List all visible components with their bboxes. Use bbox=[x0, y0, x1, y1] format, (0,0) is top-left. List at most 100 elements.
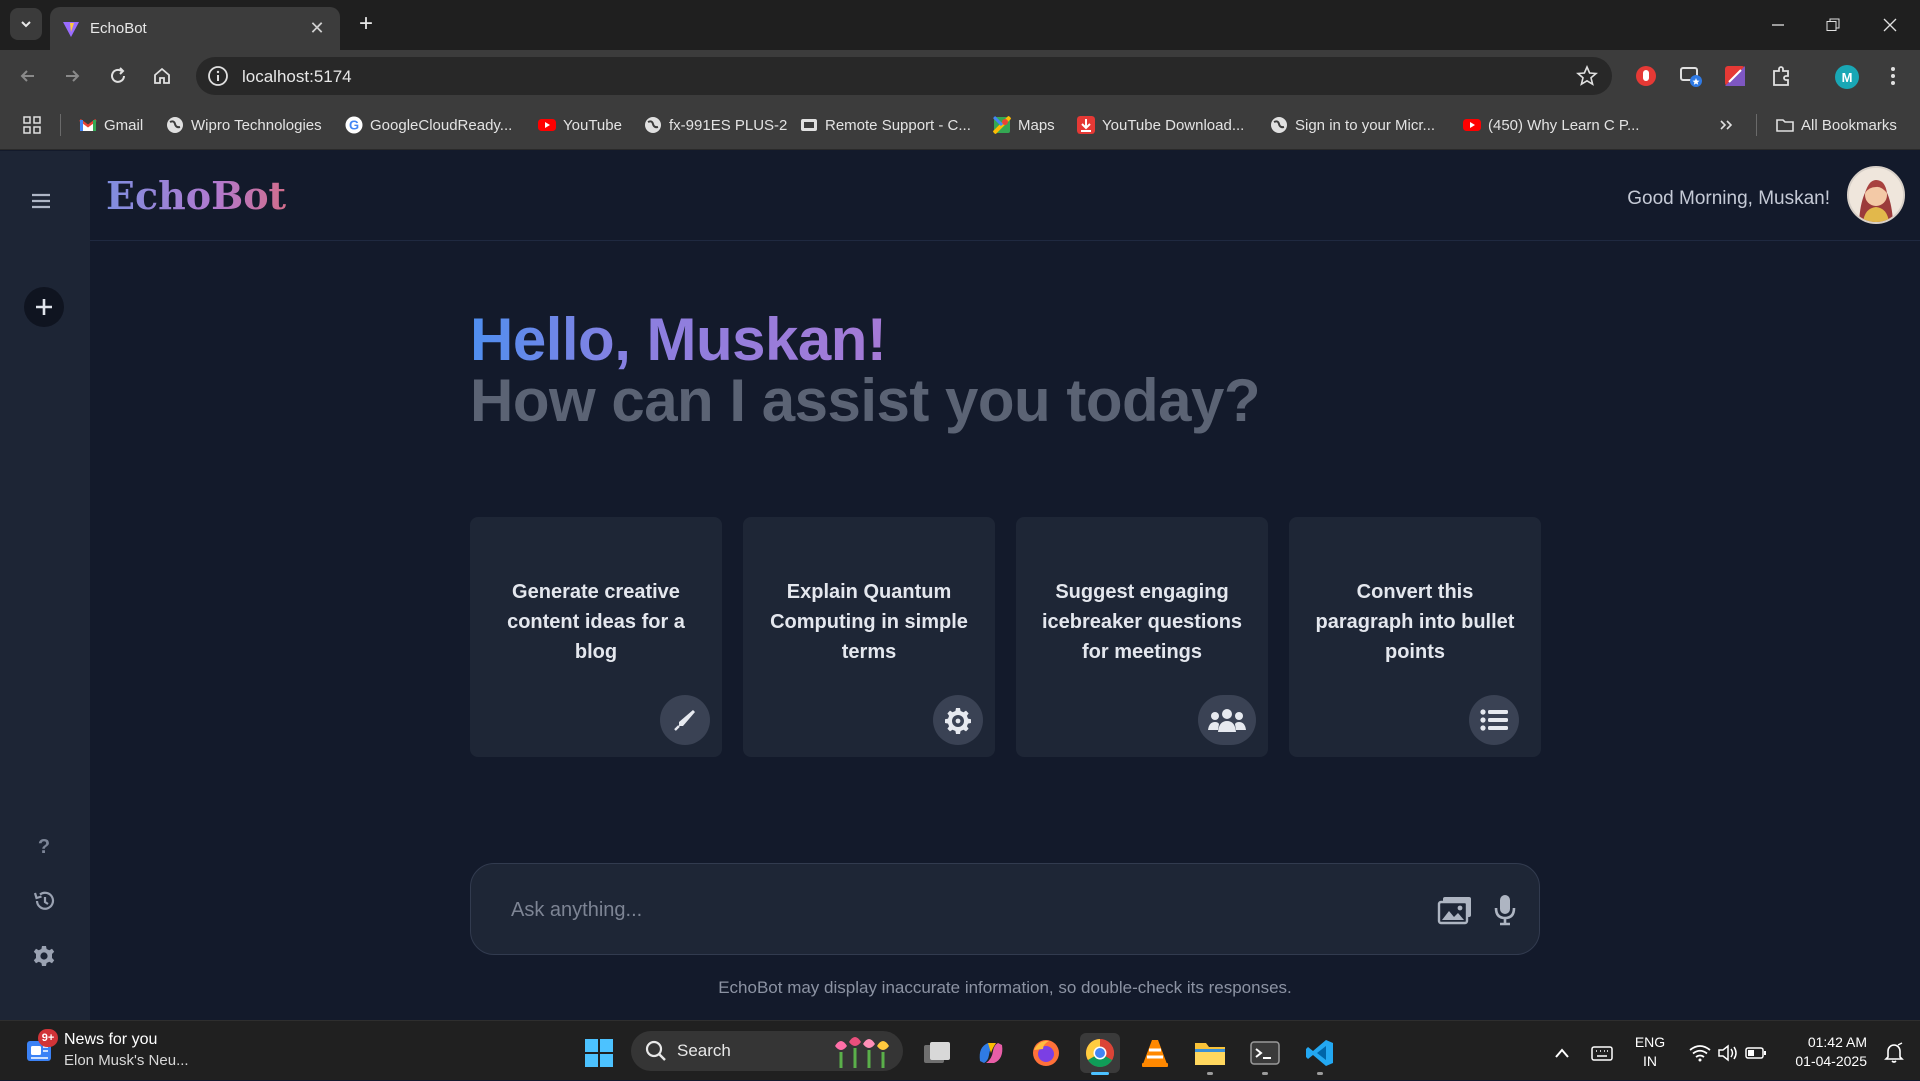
suggestion-card-blog-ideas[interactable]: Generate creative content ideas for a bl… bbox=[470, 517, 722, 757]
help-button[interactable]: ? bbox=[30, 832, 58, 860]
svg-text:G: G bbox=[349, 118, 359, 133]
minimize-icon bbox=[1772, 24, 1784, 26]
bookmark-why-learn-c[interactable]: (450) Why Learn C P... bbox=[1463, 114, 1639, 136]
app-logo[interactable]: EchoBot bbox=[106, 173, 286, 218]
history-icon bbox=[33, 891, 55, 910]
extension-button-color[interactable] bbox=[1722, 63, 1748, 89]
windows-logo-icon bbox=[585, 1039, 613, 1067]
apps-button[interactable] bbox=[22, 114, 42, 136]
gmail-icon bbox=[79, 119, 97, 131]
show-hidden-icons-button[interactable] bbox=[1542, 1033, 1582, 1073]
youtube-icon bbox=[538, 119, 556, 131]
forward-button[interactable] bbox=[56, 60, 88, 92]
bookmark-googlecloud[interactable]: G GoogleCloudReady... bbox=[345, 114, 512, 136]
bookmark-maps[interactable]: Maps bbox=[993, 114, 1055, 136]
bookmark-label: fx-991ES PLUS-2 bbox=[669, 116, 788, 134]
bookmark-fx991[interactable]: fx-991ES PLUS-2 bbox=[644, 114, 787, 136]
svg-text:?: ? bbox=[38, 836, 50, 857]
news-title: News for you bbox=[64, 1031, 158, 1048]
tab-close-icon[interactable]: ✕ bbox=[306, 18, 328, 39]
quick-settings-button[interactable] bbox=[1683, 1033, 1773, 1073]
file-explorer-button[interactable] bbox=[1190, 1033, 1230, 1075]
copilot-icon bbox=[979, 1043, 1003, 1063]
bookmark-star-icon[interactable] bbox=[1576, 65, 1598, 87]
all-bookmarks-button[interactable]: All Bookmarks bbox=[1776, 114, 1897, 136]
taskbar-search[interactable]: Search bbox=[631, 1031, 903, 1071]
minimize-button[interactable] bbox=[1758, 8, 1798, 42]
terminal-button[interactable] bbox=[1245, 1033, 1285, 1075]
bookmark-youtube-download[interactable]: YouTube Download... bbox=[1077, 114, 1244, 136]
restore-button[interactable] bbox=[1813, 8, 1853, 42]
image-upload-button[interactable] bbox=[1435, 890, 1475, 930]
arrow-left-icon bbox=[20, 70, 34, 82]
sidebar-menu-button[interactable] bbox=[30, 191, 58, 215]
address-bar[interactable]: localhost:5174 bbox=[196, 57, 1612, 95]
globe-icon bbox=[645, 117, 661, 133]
keyboard-button[interactable] bbox=[1582, 1033, 1622, 1073]
card-text: Explain Quantum Computing in simple term… bbox=[770, 581, 968, 663]
volume-icon bbox=[1718, 1044, 1737, 1062]
language-indicator[interactable]: ENG IN bbox=[1628, 1033, 1672, 1071]
firefox-button[interactable] bbox=[1026, 1033, 1066, 1073]
news-widget[interactable]: 9+ News for you Elon Musk's Neu... bbox=[0, 1021, 200, 1081]
language-code: ENG bbox=[1634, 1034, 1666, 1050]
chrome-button[interactable] bbox=[1080, 1033, 1120, 1075]
vlc-button[interactable] bbox=[1135, 1033, 1175, 1073]
site-info-icon[interactable] bbox=[206, 64, 230, 88]
vscode-icon bbox=[1306, 1040, 1333, 1066]
browser-tab-active[interactable]: EchoBot ✕ bbox=[50, 7, 340, 50]
greeting-text: Good Morning, Muskan! bbox=[1627, 188, 1830, 209]
card-text: Generate creative content ideas for a bl… bbox=[507, 581, 685, 663]
more-bookmarks-button[interactable] bbox=[1718, 114, 1734, 136]
bookmark-microsoft-signin[interactable]: Sign in to your Micr... bbox=[1270, 114, 1435, 136]
notifications-button[interactable] bbox=[1874, 1033, 1914, 1073]
home-button[interactable] bbox=[146, 60, 178, 92]
card-text: Convert this paragraph into bullet point… bbox=[1315, 581, 1515, 663]
screen-extension-icon bbox=[1680, 67, 1702, 87]
start-button[interactable] bbox=[579, 1033, 619, 1073]
image-gallery-icon bbox=[1437, 897, 1471, 925]
bookmark-wipro[interactable]: Wipro Technologies bbox=[166, 114, 322, 136]
url-text: localhost:5174 bbox=[242, 67, 352, 86]
browser-menu-button[interactable] bbox=[1880, 63, 1906, 89]
suggestion-card-bullet-points[interactable]: Convert this paragraph into bullet point… bbox=[1289, 517, 1541, 757]
reload-icon bbox=[111, 67, 125, 83]
download-icon bbox=[1077, 116, 1095, 134]
copilot-button[interactable] bbox=[971, 1033, 1011, 1073]
microphone-button[interactable] bbox=[1485, 890, 1525, 930]
folder-icon bbox=[1195, 1043, 1225, 1065]
history-button[interactable] bbox=[30, 887, 58, 915]
suggestion-card-icebreaker[interactable]: Suggest engaging icebreaker questions fo… bbox=[1016, 517, 1268, 757]
firefox-icon bbox=[1033, 1040, 1059, 1066]
bookmark-label: YouTube Download... bbox=[1102, 116, 1245, 134]
restore-icon bbox=[1826, 18, 1840, 31]
user-avatar[interactable] bbox=[1847, 166, 1905, 224]
task-view-button[interactable] bbox=[918, 1033, 958, 1073]
extension-button-red[interactable] bbox=[1633, 63, 1659, 89]
prompt-input[interactable] bbox=[511, 892, 1391, 928]
bookmark-remote-support[interactable]: Remote Support - C... bbox=[800, 114, 971, 136]
bookmark-gmail[interactable]: Gmail bbox=[79, 114, 143, 136]
vscode-button[interactable] bbox=[1300, 1033, 1340, 1075]
reload-button[interactable] bbox=[102, 60, 134, 92]
tab-search-button[interactable] bbox=[10, 8, 42, 40]
back-button[interactable] bbox=[12, 60, 44, 92]
puzzle-icon bbox=[1773, 66, 1789, 86]
youtube-icon bbox=[1463, 119, 1481, 131]
suggestion-card-quantum[interactable]: Explain Quantum Computing in simple term… bbox=[743, 517, 995, 757]
settings-button[interactable] bbox=[30, 942, 58, 970]
new-tab-button[interactable]: + bbox=[352, 10, 380, 38]
clock[interactable]: 01:42 AM 01-04-2025 bbox=[1783, 1033, 1867, 1071]
kebab-menu-icon bbox=[1891, 67, 1895, 85]
microphone-icon bbox=[1494, 895, 1516, 926]
bookmark-youtube[interactable]: YouTube bbox=[538, 114, 622, 136]
gear-icon bbox=[33, 946, 55, 966]
atom-gear-icon bbox=[933, 695, 983, 745]
new-chat-button[interactable] bbox=[24, 287, 64, 327]
globe-icon bbox=[167, 117, 183, 133]
close-window-button[interactable] bbox=[1870, 8, 1910, 42]
extensions-button[interactable] bbox=[1768, 63, 1794, 89]
bookmarks-divider bbox=[1756, 114, 1757, 136]
extension-button-screenshare[interactable] bbox=[1678, 63, 1704, 89]
profile-button[interactable]: M bbox=[1835, 65, 1859, 89]
